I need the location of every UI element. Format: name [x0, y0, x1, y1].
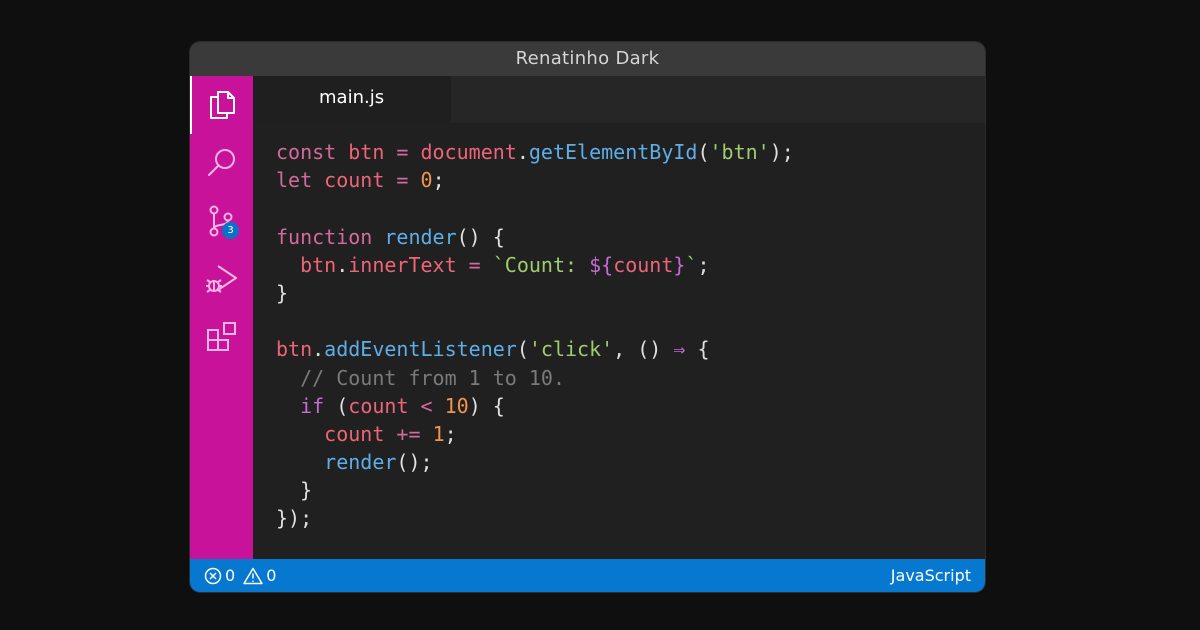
- code-token: (: [324, 393, 349, 418]
- editor-area: main.js const btn = document.getElementB…: [253, 76, 985, 559]
- code-token: }: [276, 280, 289, 305]
- code-token: count: [324, 168, 385, 193]
- tab-main-js[interactable]: main.js: [253, 76, 451, 123]
- run-debug-button[interactable]: [190, 250, 253, 308]
- extensions-button[interactable]: [190, 308, 253, 366]
- extensions-icon: [206, 322, 236, 351]
- code-token: ⇒: [673, 337, 686, 362]
- code-line: if (count < 10) {: [276, 392, 794, 420]
- code-token: );: [769, 140, 794, 164]
- code-token: // Count from 1 to 10.: [276, 365, 565, 390]
- code-line: }: [276, 476, 794, 504]
- code-token: function: [276, 224, 385, 249]
- language-mode[interactable]: JavaScript: [891, 559, 971, 592]
- code-token: count: [613, 252, 674, 277]
- code-token: .: [516, 140, 529, 164]
- code-token: }: [673, 252, 686, 277]
- code-token: =: [384, 140, 421, 164]
- code-token: ;: [432, 168, 445, 193]
- search-icon: [207, 149, 235, 176]
- code-token: ;: [697, 252, 710, 277]
- error-icon: [204, 567, 222, 584]
- code-token: if: [300, 393, 325, 418]
- code-token: const: [276, 140, 349, 164]
- window-title: Renatinho Dark: [190, 42, 985, 77]
- code-token: getElementById: [528, 140, 698, 164]
- code-token: <: [408, 393, 445, 418]
- files-icon: [209, 91, 235, 119]
- code-token: , (): [613, 337, 674, 362]
- code-token: btn: [300, 252, 337, 277]
- code-token: (: [697, 140, 710, 164]
- code-line: render();: [276, 448, 794, 476]
- code-token: document: [420, 140, 517, 164]
- tab-bar: main.js: [253, 76, 985, 123]
- code-token: render: [324, 450, 397, 475]
- run-debug-icon: [205, 265, 237, 293]
- code-line: }: [276, 279, 794, 307]
- code-token: =: [384, 168, 421, 193]
- search-button[interactable]: [190, 134, 253, 192]
- code-token: ${: [589, 252, 614, 277]
- activity-bar: 3: [190, 76, 253, 559]
- code-editor[interactable]: const btn = document.getElementById('btn…: [276, 138, 794, 533]
- code-line: count += 1;: [276, 420, 794, 448]
- code-token: count: [324, 421, 385, 446]
- code-token: `Count:: [492, 252, 590, 277]
- code-token: 0: [420, 168, 433, 193]
- editor-window: Renatinho Dark 3 main.js const btn = doc…: [190, 42, 985, 592]
- code-token: ) {: [468, 393, 505, 418]
- code-token: count: [348, 393, 409, 418]
- code-token: .: [336, 252, 349, 277]
- code-token: +=: [384, 421, 433, 446]
- code-line: function render() {: [276, 223, 794, 251]
- code-token: render: [384, 224, 457, 249]
- code-token: (: [516, 337, 529, 362]
- code-line: let count = 0;: [276, 166, 794, 194]
- warning-icon: [243, 567, 263, 584]
- code-token: =: [456, 252, 493, 277]
- problems-indicator[interactable]: 0 0: [204, 559, 284, 592]
- code-token: 10: [444, 393, 469, 418]
- code-token: 1: [432, 421, 445, 446]
- warning-count: 0: [266, 566, 277, 585]
- code-token: `: [685, 252, 698, 277]
- source-control-button[interactable]: 3: [190, 192, 253, 250]
- error-count: 0: [225, 566, 236, 585]
- code-token: .: [312, 337, 325, 362]
- code-line: const btn = document.getElementById('btn…: [276, 138, 794, 166]
- code-line: btn.innerText = `Count: ${count}`;: [276, 251, 794, 279]
- code-line: });: [276, 504, 794, 532]
- code-token: 'click': [528, 337, 614, 362]
- code-token: ;: [444, 421, 457, 446]
- code-token: addEventListener: [324, 337, 517, 362]
- status-bar: 0 0 JavaScript: [190, 559, 985, 592]
- code-token: }: [276, 478, 313, 503]
- code-token: btn: [348, 140, 385, 164]
- code-token: let: [276, 168, 325, 193]
- code-token: {: [685, 337, 710, 362]
- explorer-button[interactable]: [190, 76, 253, 134]
- code-line: // Count from 1 to 10.: [276, 364, 794, 392]
- code-token: 'btn': [709, 140, 770, 164]
- code-token: btn: [276, 337, 313, 362]
- source-control-badge: 3: [222, 222, 239, 239]
- code-token: ();: [396, 450, 433, 475]
- code-token: () {: [456, 224, 505, 249]
- code-line: btn.addEventListener('click', () ⇒ {: [276, 335, 794, 363]
- code-token: });: [276, 506, 313, 531]
- code-token: innerText: [348, 252, 457, 277]
